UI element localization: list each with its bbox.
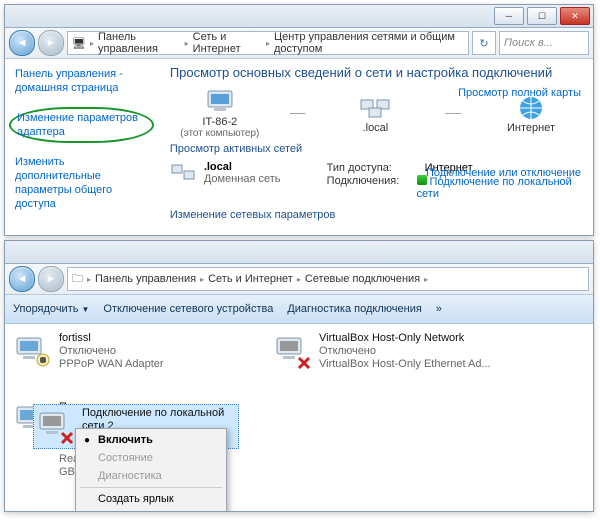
window-network-connections: ◄ ► 🗀 ▸ Панель управления ▸ Сеть и Интер… — [4, 240, 594, 512]
close-button[interactable]: ✕ — [560, 7, 590, 25]
enable-icon: ● — [80, 435, 94, 446]
titlebar: ─ ☐ ✕ — [5, 5, 593, 28]
chevron-right-icon: ▸ — [424, 275, 428, 284]
ctx-enable[interactable]: ●Включить — [76, 431, 226, 449]
label-access-type: Тип доступа: — [327, 162, 417, 174]
toolbar: Упорядочить▼ Отключение сетевого устройс… — [5, 295, 593, 324]
back-button[interactable]: ◄ — [9, 30, 35, 56]
folder-icon: 🗀 — [72, 270, 83, 289]
network-icon — [359, 94, 391, 122]
breadcrumb[interactable]: Сетевые подключения — [305, 273, 420, 285]
breadcrumb[interactable]: Панель управления — [95, 273, 196, 285]
ctx-delete[interactable]: ✖Удалить — [76, 508, 226, 512]
disable-device-button[interactable]: Отключение сетевого устройства — [103, 303, 273, 315]
dialup-icon — [13, 332, 53, 370]
section-active-networks: Просмотр активных сетей — [170, 143, 581, 155]
ctx-diagnose: Диагностика — [76, 467, 226, 485]
conn-device: PPPoP WAN Adapter — [59, 358, 164, 371]
separator — [80, 487, 222, 488]
conn-status: Отключено — [319, 345, 491, 358]
window-network-center: ─ ☐ ✕ ◄ ► 🖥 ▸ Панель управления ▸ Сеть и… — [4, 4, 594, 236]
connection-line: ── — [445, 108, 461, 120]
conn-status: Отключено — [59, 345, 164, 358]
conn-name: VirtualBox Host-Only Network — [319, 332, 491, 345]
search-input[interactable]: Поиск в... — [499, 31, 589, 55]
adapter-disabled-icon — [273, 332, 313, 370]
ctx-shortcut[interactable]: Создать ярлык — [76, 490, 226, 508]
minimize-button[interactable]: ─ — [494, 7, 524, 25]
more-button[interactable]: » — [436, 303, 442, 315]
node-pc-sub: (этот компьютер) — [170, 128, 270, 139]
chevron-right-icon: ▸ — [185, 39, 189, 48]
link-cp-home[interactable]: Панель управления - домашняя страница — [15, 68, 123, 94]
cp-icon: 🖥 — [72, 37, 86, 50]
conn-device: VirtualBox Host-Only Ethernet Ad... — [319, 358, 491, 371]
organize-menu[interactable]: Упорядочить▼ — [13, 303, 89, 315]
delete-icon: ✖ — [80, 512, 94, 513]
computer-icon — [204, 88, 236, 116]
breadcrumb[interactable]: Сеть и Интернет — [208, 273, 293, 285]
connection-item[interactable]: fortisslОтключеноPPPoP WAN Adapter — [13, 332, 243, 371]
titlebar — [5, 241, 593, 264]
address-bar[interactable]: 🗀 ▸ Панель управления ▸ Сеть и Интернет … — [67, 267, 589, 291]
node-pc-label: IT-86-2 — [170, 116, 270, 128]
content-area: Просмотр основных сведений о сети и наст… — [158, 59, 593, 236]
link-full-map[interactable]: Просмотр полной карты — [458, 87, 581, 99]
ctx-status: Состояние — [76, 449, 226, 467]
refresh-button[interactable]: ↻ — [472, 31, 496, 55]
link-connect-disconnect[interactable]: Подключение или отключение — [426, 167, 581, 179]
conn-name: fortissl — [59, 332, 164, 345]
active-net-type: Доменная сеть — [204, 173, 281, 185]
chevron-down-icon: ▼ — [81, 305, 89, 314]
sidebar: Панель управления - домашняя страница Из… — [5, 59, 158, 236]
label-connections: Подключения: — [327, 175, 409, 200]
chevron-right-icon: ▸ — [87, 275, 91, 284]
breadcrumb[interactable]: Панель управления — [98, 31, 181, 55]
connection-line: ── — [290, 108, 306, 120]
maximize-button[interactable]: ☐ — [527, 7, 557, 25]
network-domain-icon — [170, 161, 198, 185]
link-sharing-settings[interactable]: Изменить дополнительные параметры общего… — [15, 156, 112, 210]
chevron-right-icon: ▸ — [297, 275, 301, 284]
active-net-name: .local — [204, 161, 281, 173]
chevron-right-icon: ▸ — [200, 275, 204, 284]
nav-bar: ◄ ► 🖥 ▸ Панель управления ▸ Сеть и Интер… — [5, 28, 593, 59]
link-lan-connection[interactable]: Подключение по локальной сети — [417, 176, 572, 200]
connection-item[interactable]: VirtualBox Host-Only NetworkОтключеноVir… — [273, 332, 503, 371]
forward-button[interactable]: ► — [38, 30, 64, 56]
address-bar[interactable]: 🖥 ▸ Панель управления ▸ Сеть и Интернет … — [67, 31, 469, 55]
breadcrumb[interactable]: Сеть и Интернет — [193, 31, 262, 55]
diagnose-button[interactable]: Диагностика подключения — [287, 303, 421, 315]
breadcrumb[interactable]: Центр управления сетями и общим доступом — [274, 31, 464, 55]
page-title: Просмотр основных сведений о сети и наст… — [170, 65, 581, 80]
highlight-circle: Изменение параметров адаптера — [9, 107, 154, 143]
connections-list: fortisslОтключеноPPPoP WAN Adapter Virtu… — [5, 324, 593, 487]
context-menu: ●Включить Состояние Диагностика Создать … — [75, 428, 227, 512]
section-change-params: Изменение сетевых параметров — [170, 209, 581, 221]
chevron-right-icon: ▸ — [90, 39, 94, 48]
forward-button[interactable]: ► — [38, 266, 64, 292]
chevron-right-icon: ▸ — [266, 39, 270, 48]
node-domain-label: .local — [325, 122, 425, 134]
adapter-disabled-icon — [36, 407, 76, 445]
back-button[interactable]: ◄ — [9, 266, 35, 292]
node-internet-label: Интернет — [481, 122, 581, 134]
link-change-adapter[interactable]: Изменение параметров адаптера — [17, 112, 138, 138]
nav-bar: ◄ ► 🗀 ▸ Панель управления ▸ Сеть и Интер… — [5, 264, 593, 295]
